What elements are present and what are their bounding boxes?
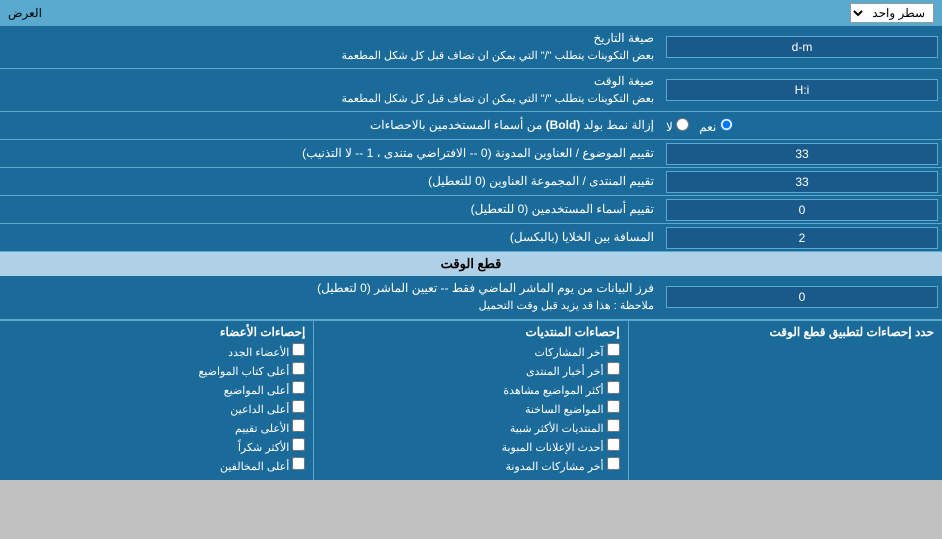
- time-format-input-container: [662, 77, 942, 103]
- checkbox-label-most-thanked: الأكثر شكراً: [238, 438, 305, 454]
- bold-radio-no[interactable]: [676, 118, 689, 131]
- stats-col1-header: إحصاءات الأعضاء: [8, 325, 305, 339]
- date-format-row: صيغة التاريخ بعض التكوينات يتطلب "/" الت…: [0, 26, 942, 69]
- checkbox-label-top-inviters: أعلى الداعين: [230, 400, 305, 416]
- stats-col1: إحصاءات الأعضاء الأعضاء الجدد أعلى كتاب …: [0, 321, 313, 480]
- username-rating-label: تقييم أسماء المستخدمين (0 للتعطيل): [0, 197, 662, 222]
- time-format-row: صيغة الوقت بعض التكوينات يتطلب "/" التي …: [0, 69, 942, 112]
- checkbox-item-hot-topics: المواضيع الساخنة: [322, 400, 619, 416]
- top-header-right-label: العرض: [8, 6, 42, 20]
- checkbox-item-popular-forums: المنتديات الأكثر شبية: [322, 419, 619, 435]
- bold-remove-row: نعم لا إزالة نمط بولد (Bold) من أسماء ال…: [0, 112, 942, 140]
- checkbox-label-last-posts: آخر المشاركات: [534, 343, 619, 359]
- cutoff-input[interactable]: [666, 286, 938, 308]
- checkbox-label-ads: أحدث الإعلانات المبوبة: [502, 438, 620, 454]
- checkbox-label-hot-topics: المواضيع الساخنة: [525, 400, 620, 416]
- checkbox-item-last-posts: آخر المشاركات: [322, 343, 619, 359]
- checkbox-label-new-members: الأعضاء الجدد: [228, 343, 305, 359]
- cutoff-row: فرز البيانات من يوم الماشر الماضي فقط --…: [0, 276, 942, 319]
- checkbox-new-members[interactable]: [292, 343, 305, 356]
- cutoff-input-container: [662, 284, 942, 310]
- cutoff-note: ملاحظة : هذا قد يزيد قبل وقت التحميل: [479, 300, 654, 312]
- stats-apply-section: حدد إحصاءات لتطبيق قطع الوقت إحصاءات الم…: [0, 320, 942, 480]
- topic-rating-input[interactable]: [666, 143, 938, 165]
- bold-radio-yes-label: نعم: [699, 118, 732, 134]
- checkbox-popular-forums[interactable]: [607, 419, 620, 432]
- bold-remove-input-container: نعم لا: [662, 116, 942, 136]
- checkbox-most-viewed[interactable]: [607, 381, 620, 394]
- top-header: سطر واحد سطرين ثلاثة أسطر العرض: [0, 0, 942, 26]
- checkbox-ads[interactable]: [607, 438, 620, 451]
- top-header-left: سطر واحد سطرين ثلاثة أسطر: [850, 3, 934, 23]
- username-rating-input[interactable]: [666, 199, 938, 221]
- checkbox-item-most-thanked: الأكثر شكراً: [8, 438, 305, 454]
- checkbox-item-blog-posts: أخر مشاركات المدونة: [322, 457, 619, 473]
- checkbox-label-blog-posts: أخر مشاركات المدونة: [505, 457, 619, 473]
- topic-rating-label: تقييم الموضوع / العناوين المدونة (0 -- ا…: [0, 141, 662, 166]
- checkbox-item-top-authors: أعلى كتاب المواضيع: [8, 362, 305, 378]
- date-format-label: صيغة التاريخ بعض التكوينات يتطلب "/" الت…: [0, 26, 662, 68]
- date-format-sublabel: بعض التكوينات يتطلب "/" التي يمكن ان تضا…: [342, 50, 654, 62]
- cutoff-section-header: قطع الوقت: [0, 252, 942, 276]
- cell-spacing-row: المسافة بين الخلايا (بالبكسل): [0, 224, 942, 252]
- checkbox-most-thanked[interactable]: [292, 438, 305, 451]
- cell-spacing-label: المسافة بين الخلايا (بالبكسل): [0, 225, 662, 250]
- checkbox-item-top-posters: أعلى المواضيع: [8, 381, 305, 397]
- checkbox-blog-posts[interactable]: [607, 457, 620, 470]
- checkbox-top-inviters[interactable]: [292, 400, 305, 413]
- stats-apply-title: حدد إحصاءات لتطبيق قطع الوقت: [637, 325, 934, 339]
- checkbox-item-new-members: الأعضاء الجدد: [8, 343, 305, 359]
- checkbox-label-top-posters: أعلى المواضيع: [224, 381, 306, 397]
- username-rating-row: تقييم أسماء المستخدمين (0 للتعطيل): [0, 196, 942, 224]
- stats-apply-label-col: حدد إحصاءات لتطبيق قطع الوقت: [628, 321, 942, 480]
- date-format-input-container: [662, 34, 942, 60]
- bold-radio-no-label: لا: [666, 118, 689, 134]
- checkbox-item-most-viewed: أكثر المواضيع مشاهدة: [322, 381, 619, 397]
- time-format-input[interactable]: [666, 79, 938, 101]
- checkbox-label-popular-forums: المنتديات الأكثر شبية: [510, 419, 620, 435]
- checkbox-label-forum-news: أخر أخبار المنتدى: [526, 362, 620, 378]
- checkbox-forum-news[interactable]: [607, 362, 620, 375]
- bold-radio-yes[interactable]: [720, 118, 733, 131]
- cell-spacing-input[interactable]: [666, 227, 938, 249]
- checkbox-label-top-rated: الأعلى تقييم: [235, 419, 305, 435]
- checkbox-hot-topics[interactable]: [607, 400, 620, 413]
- checkbox-label-top-warned: أعلى المخالفين: [220, 457, 305, 473]
- checkbox-last-posts[interactable]: [607, 343, 620, 356]
- bold-radio-group: نعم لا: [666, 118, 733, 134]
- stats-col2-header: إحصاءات المنتديات: [322, 325, 619, 339]
- forum-rating-row: تقييم المنتدى / المجموعة العناوين (0 للت…: [0, 168, 942, 196]
- cell-spacing-input-container: [662, 225, 942, 251]
- forum-rating-input-container: [662, 169, 942, 195]
- display-select[interactable]: سطر واحد سطرين ثلاثة أسطر: [850, 3, 934, 23]
- checkbox-top-authors[interactable]: [292, 362, 305, 375]
- cutoff-label: فرز البيانات من يوم الماشر الماضي فقط --…: [0, 276, 662, 318]
- time-format-label: صيغة الوقت بعض التكوينات يتطلب "/" التي …: [0, 69, 662, 111]
- cutoff-section-title: قطع الوقت: [441, 256, 502, 271]
- forum-rating-label: تقييم المنتدى / المجموعة العناوين (0 للت…: [0, 169, 662, 194]
- date-format-input[interactable]: [666, 36, 938, 58]
- stats-col2: إحصاءات المنتديات آخر المشاركات أخر أخبا…: [313, 321, 627, 480]
- checkbox-item-top-warned: أعلى المخالفين: [8, 457, 305, 473]
- forum-rating-input[interactable]: [666, 171, 938, 193]
- checkbox-item-forum-news: أخر أخبار المنتدى: [322, 362, 619, 378]
- topic-rating-input-container: [662, 141, 942, 167]
- main-container: سطر واحد سطرين ثلاثة أسطر العرض صيغة الت…: [0, 0, 942, 480]
- checkbox-item-top-inviters: أعلى الداعين: [8, 400, 305, 416]
- time-format-sublabel: بعض التكوينات يتطلب "/" التي يمكن ان تضا…: [342, 93, 654, 105]
- checkbox-top-rated[interactable]: [292, 419, 305, 432]
- checkbox-item-top-rated: الأعلى تقييم: [8, 419, 305, 435]
- bold-remove-label: إزالة نمط بولد (Bold) من أسماء المستخدمي…: [0, 113, 662, 138]
- checkbox-label-top-authors: أعلى كتاب المواضيع: [198, 362, 305, 378]
- checkbox-top-warned[interactable]: [292, 457, 305, 470]
- checkbox-label-most-viewed: أكثر المواضيع مشاهدة: [503, 381, 619, 397]
- checkbox-item-ads: أحدث الإعلانات المبوبة: [322, 438, 619, 454]
- checkbox-top-posters[interactable]: [292, 381, 305, 394]
- username-rating-input-container: [662, 197, 942, 223]
- topic-rating-row: تقييم الموضوع / العناوين المدونة (0 -- ا…: [0, 140, 942, 168]
